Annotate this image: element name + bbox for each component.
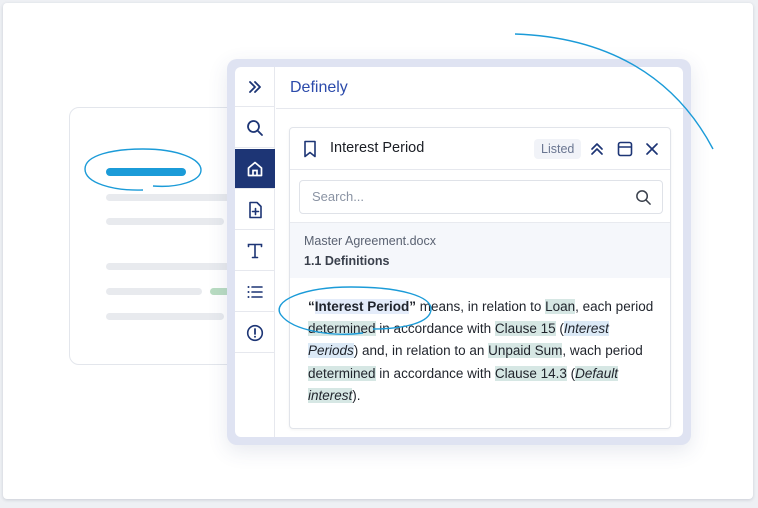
term-link-determined[interactable]: determined (308, 321, 376, 337)
search-input[interactable] (312, 189, 622, 204)
double-chevron-up-icon (591, 143, 603, 155)
defined-term: Interest Period (314, 299, 410, 314)
close-icon (646, 143, 658, 155)
open-quote: “ (308, 299, 315, 314)
definition-text-segment: ( (555, 321, 564, 337)
doc-line (106, 288, 202, 295)
definition-text-segment: ) and, in relation to an (353, 343, 489, 359)
doc-highlight-line (106, 168, 186, 176)
definition-text-segment: means, in relation to (416, 299, 546, 314)
term-title: Interest Period (330, 140, 425, 156)
illustration-frame: Definely Interest Period Listed Search..… (3, 3, 753, 499)
term-link-loan[interactable]: Loan (545, 299, 576, 314)
definition-text-segment: , each period (575, 299, 654, 314)
definition-text-segment: ). (352, 387, 361, 403)
alert-circle-icon (246, 324, 264, 341)
plugin-panel: Definely Interest Period Listed Search..… (235, 67, 683, 437)
source-file-name[interactable]: Master Agreement.docx (304, 234, 436, 248)
source-reference: Master Agreement.docx 1.1 Definitions (290, 222, 670, 278)
definition-text-segment: in accordance with (375, 365, 495, 381)
home-icon (247, 161, 263, 176)
new-document-button[interactable] (235, 190, 275, 230)
close-button[interactable] (642, 139, 662, 159)
doc-line (106, 313, 224, 320)
double-chevron-right-icon (249, 80, 261, 93)
text-button[interactable] (235, 231, 275, 271)
collapse-button[interactable] (587, 139, 607, 159)
file-plus-icon (249, 201, 262, 218)
definition-card: Interest Period Listed Search... Master … (289, 127, 671, 429)
text-t-icon (247, 243, 263, 258)
window-icon (617, 141, 633, 157)
search-box (299, 180, 663, 214)
panel-header: Definely (276, 67, 683, 109)
doc-line (106, 218, 224, 225)
term-link-determined[interactable]: determined (308, 365, 376, 381)
definition-text-segment: ( (566, 365, 576, 381)
bookmark-icon[interactable] (302, 140, 318, 158)
icon-rail (235, 67, 275, 437)
definition-card-header: Interest Period Listed (290, 128, 670, 170)
expand-button[interactable] (235, 67, 275, 107)
definition-text-segment: in accordance with (375, 321, 495, 337)
source-section[interactable]: 1.1 Definitions (304, 254, 389, 268)
home-button[interactable] (235, 149, 275, 189)
term-link-unpaid-sum[interactable]: Unpaid Sum (488, 343, 563, 359)
definition-text-segment: , wach period (562, 343, 643, 359)
list-icon (247, 285, 263, 298)
clause-link-14-3[interactable]: Clause 14.3 (494, 365, 567, 381)
status-badge: Listed (534, 139, 582, 159)
definition-text: “Interest Period” means, in relation to … (308, 296, 660, 407)
app-title: Definely (290, 79, 348, 96)
plugin-panel-frame: Definely Interest Period Listed Search..… (227, 59, 691, 445)
search-button[interactable] (235, 108, 275, 148)
search-icon (247, 119, 263, 136)
panel-layout-button[interactable] (615, 139, 635, 159)
search-icon[interactable] (635, 189, 652, 206)
clause-link-15[interactable]: Clause 15 (494, 321, 556, 337)
alert-button[interactable] (235, 313, 275, 353)
list-button[interactable] (235, 272, 275, 312)
